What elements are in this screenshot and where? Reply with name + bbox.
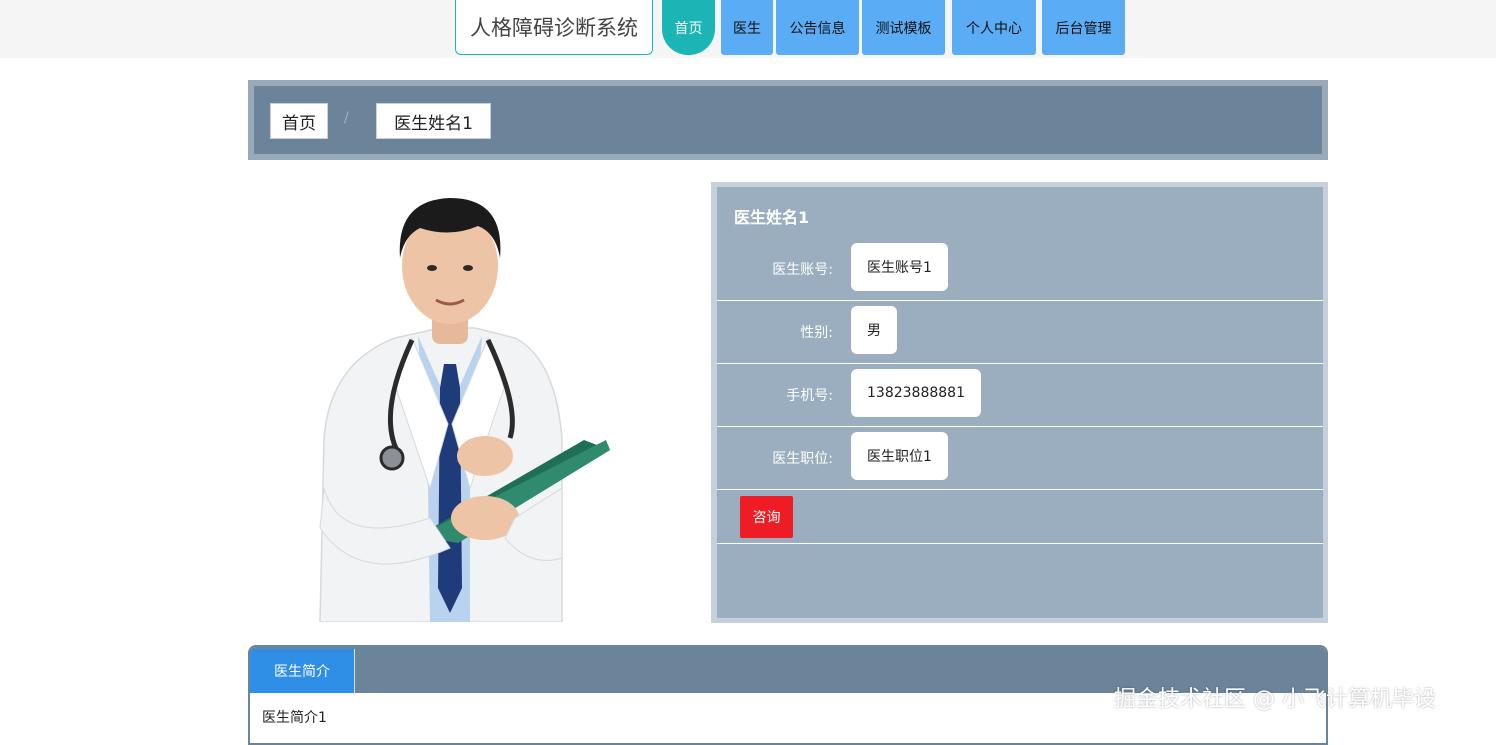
field-value: 男 [851, 306, 897, 354]
app-title[interactable]: 人格障碍诊断系统 [455, 0, 653, 55]
doctor-photo [319, 198, 610, 622]
field-value: 医生职位1 [851, 432, 948, 480]
intro-text: 医生简介1 [262, 710, 327, 726]
consult-button[interactable]: 咨询 [740, 496, 793, 538]
field-label: 手机号: [786, 387, 833, 404]
field-row-phone: 手机号: 13823888881 [717, 363, 1323, 427]
field-row-gender: 性别: 男 [717, 300, 1323, 364]
field-label: 性别: [800, 324, 833, 341]
field-label: 医生账号: [772, 261, 833, 278]
nav-item-home[interactable]: 首页 [662, 0, 715, 55]
tab-doctor-intro[interactable]: 医生简介 [250, 649, 355, 693]
breadcrumb-home[interactable]: 首页 [270, 103, 328, 139]
field-row-position: 医生职位: 医生职位1 [717, 426, 1323, 490]
top-nav-bar: 人格障碍诊断系统 首页 医生 公告信息 测试模板 个人中心 后台管理 [0, 0, 1496, 58]
nav-item-announcements[interactable]: 公告信息 [776, 0, 859, 55]
divider [717, 543, 1323, 544]
nav-item-profile[interactable]: 个人中心 [952, 0, 1036, 55]
field-label: 医生职位: [772, 450, 833, 467]
nav-item-test-templates[interactable]: 测试模板 [862, 0, 945, 55]
field-value: 13823888881 [851, 369, 981, 417]
breadcrumb: 首页 / 医生姓名1 [248, 80, 1328, 160]
doctor-name-heading: 医生姓名1 [734, 208, 810, 227]
watermark: 掘金技术社区 @ 小飞计算机毕设 [1114, 687, 1436, 712]
field-row-account: 医生账号: 医生账号1 [717, 237, 1323, 301]
breadcrumb-current: 医生姓名1 [376, 103, 491, 139]
doctor-detail-panel: 医生姓名1 医生账号: 医生账号1 性别: 男 手机号: 13823888881… [711, 182, 1328, 623]
nav-item-doctor[interactable]: 医生 [721, 0, 773, 55]
nav-item-admin[interactable]: 后台管理 [1042, 0, 1125, 55]
field-value: 医生账号1 [851, 243, 948, 291]
breadcrumb-separator: / [344, 110, 349, 126]
